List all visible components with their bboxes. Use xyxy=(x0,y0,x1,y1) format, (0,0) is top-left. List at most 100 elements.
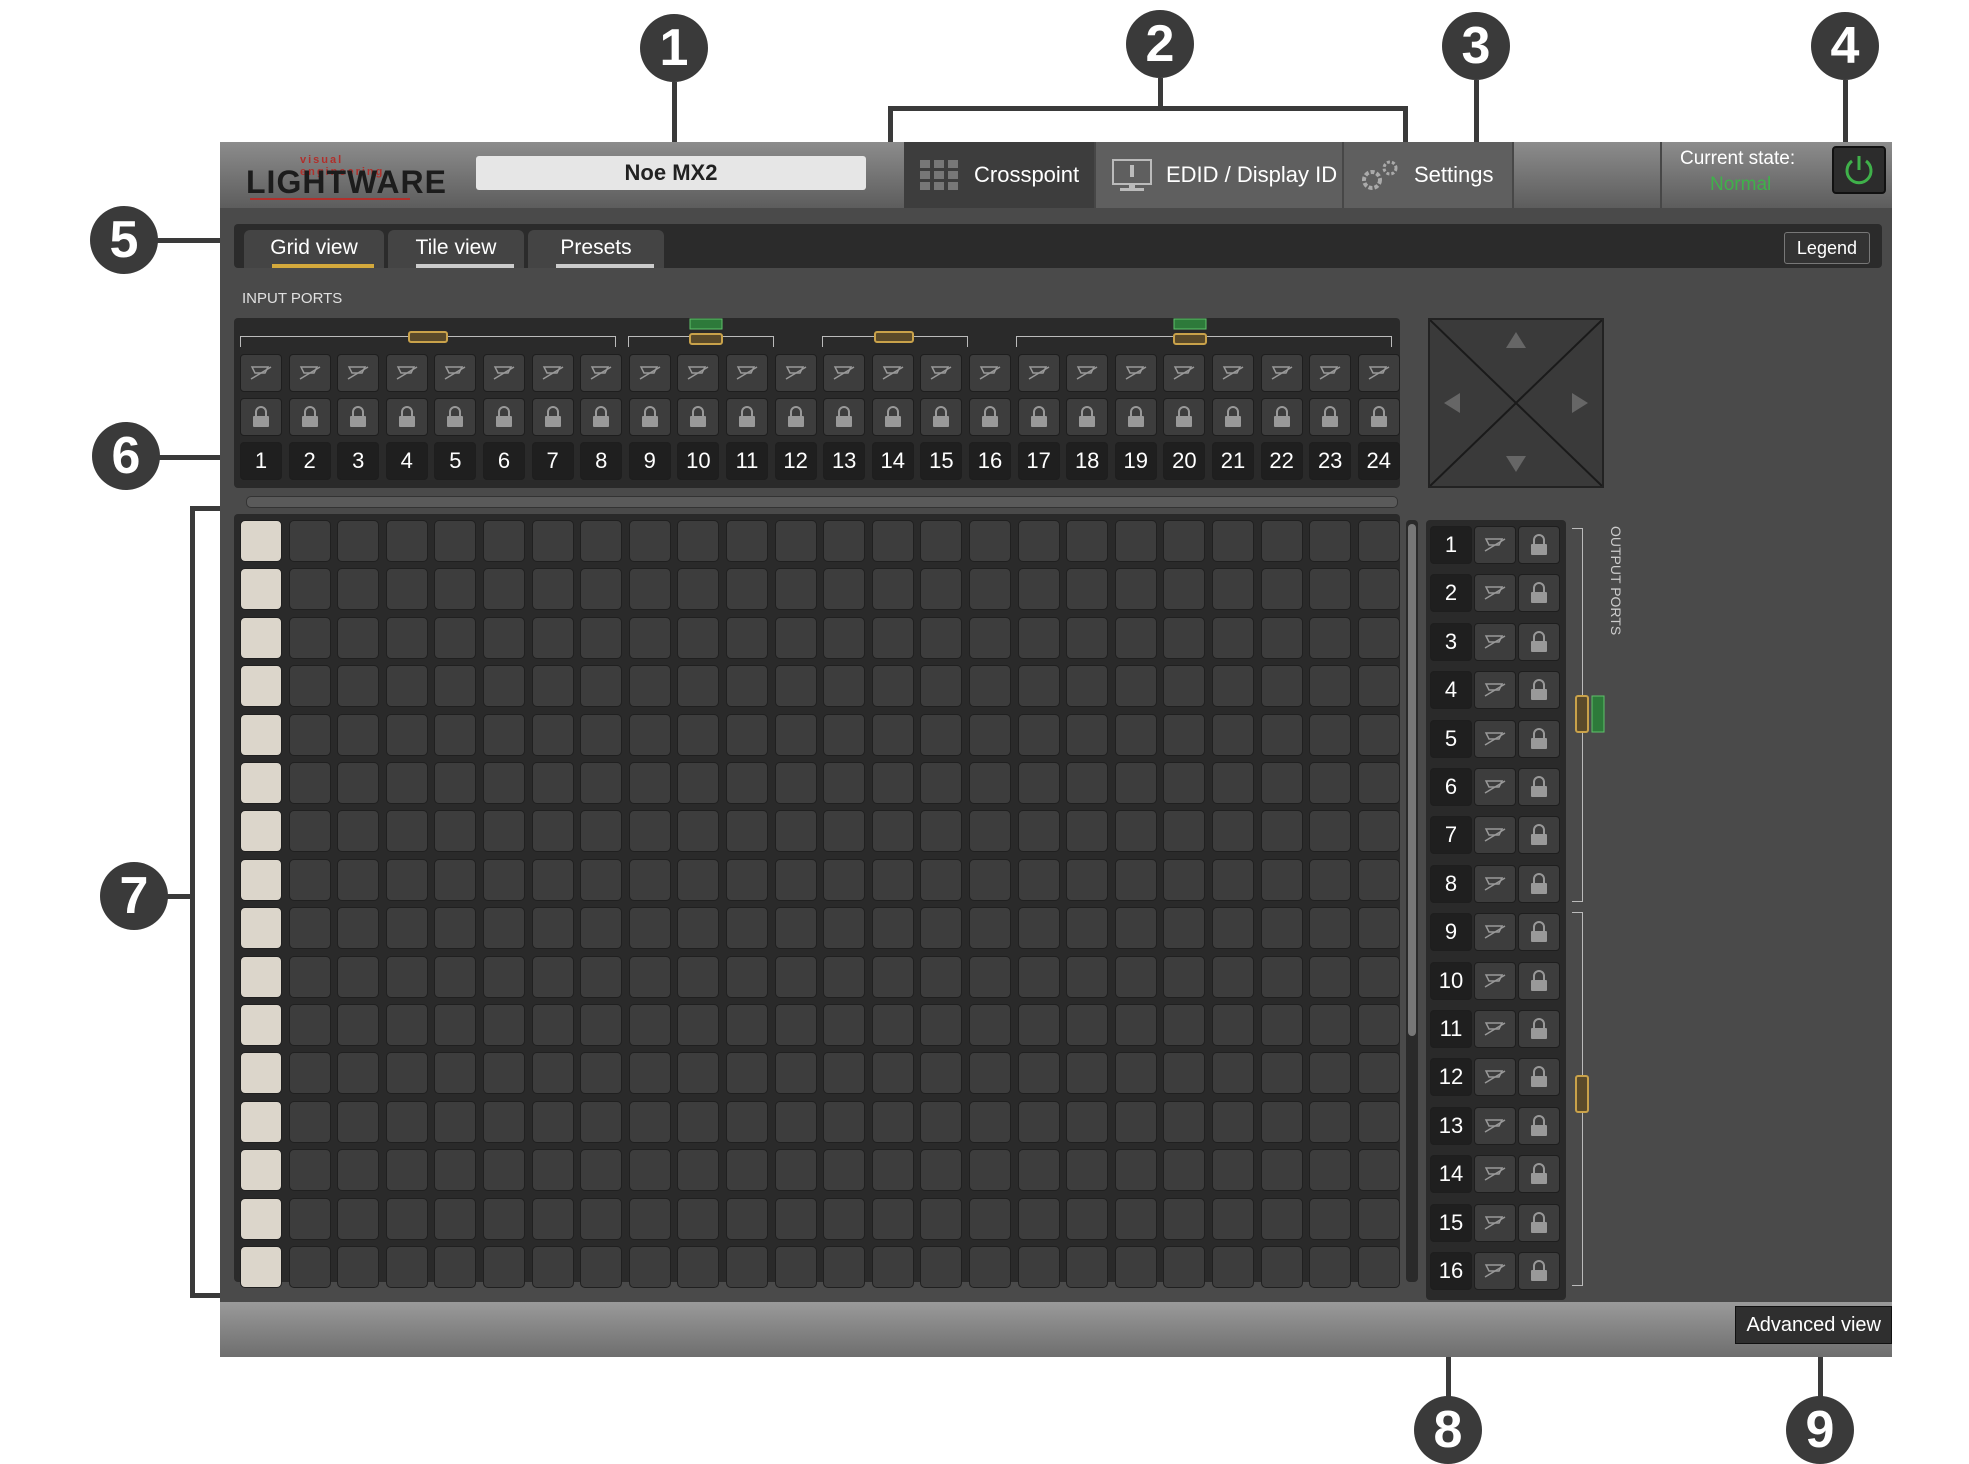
crosspoint-cell[interactable] xyxy=(920,810,963,853)
crosspoint-cell[interactable] xyxy=(1357,810,1400,853)
input-lock-button[interactable] xyxy=(1114,398,1157,436)
input-mute-button[interactable] xyxy=(969,354,1011,392)
crosspoint-cell[interactable] xyxy=(434,568,477,611)
crosspoint-cell[interactable] xyxy=(580,665,623,708)
crosspoint-cell[interactable] xyxy=(969,810,1011,853)
crosspoint-cell[interactable] xyxy=(337,1004,380,1046)
crosspoint-cell-connected[interactable] xyxy=(240,955,282,998)
input-mute-button[interactable] xyxy=(1357,354,1400,392)
crosspoint-cell[interactable] xyxy=(288,616,331,659)
crosspoint-cell[interactable] xyxy=(434,1246,477,1288)
crosspoint-cell[interactable] xyxy=(1309,1149,1352,1192)
crosspoint-cell[interactable] xyxy=(337,520,380,562)
input-lock-button[interactable] xyxy=(628,398,671,436)
crosspoint-cell-connected[interactable] xyxy=(240,762,282,804)
power-button[interactable] xyxy=(1832,146,1886,194)
input-mute-button[interactable] xyxy=(823,354,866,392)
crosspoint-cell[interactable] xyxy=(823,1197,866,1240)
crosspoint-cell[interactable] xyxy=(1114,568,1157,611)
crosspoint-cell[interactable] xyxy=(823,955,866,998)
crosspoint-cell[interactable] xyxy=(677,665,720,708)
output-mute-button[interactable] xyxy=(1474,1203,1516,1242)
crosspoint-cell[interactable] xyxy=(1309,665,1352,708)
crosspoint-cell[interactable] xyxy=(1212,1052,1254,1095)
crosspoint-cell[interactable] xyxy=(920,955,963,998)
crosspoint-cell[interactable] xyxy=(1212,568,1254,611)
crosspoint-cell[interactable] xyxy=(531,520,574,562)
crosspoint-cell[interactable] xyxy=(677,568,720,611)
crosspoint-cell[interactable] xyxy=(1066,616,1109,659)
input-mute-button[interactable] xyxy=(580,354,623,392)
nav-tab-settings[interactable]: Settings xyxy=(1344,142,1512,208)
output-port-button[interactable]: 4 xyxy=(1430,671,1472,710)
crosspoint-cell[interactable] xyxy=(1260,858,1303,901)
crosspoint-cell[interactable] xyxy=(1163,1149,1206,1192)
nav-tab-edid[interactable]: EDID / Display ID xyxy=(1096,142,1342,208)
crosspoint-cell[interactable] xyxy=(1309,762,1352,804)
crosspoint-cell[interactable] xyxy=(969,762,1011,804)
crosspoint-cell[interactable] xyxy=(969,520,1011,562)
input-lock-button[interactable] xyxy=(434,398,477,436)
crosspoint-cell[interactable] xyxy=(920,1004,963,1046)
output-port-button[interactable]: 10 xyxy=(1430,961,1472,1000)
crosspoint-cell[interactable] xyxy=(1212,907,1254,950)
crosspoint-cell[interactable] xyxy=(1260,1246,1303,1288)
crosspoint-cell[interactable] xyxy=(1212,810,1254,853)
input-port-button[interactable]: 12 xyxy=(774,442,817,480)
crosspoint-cell[interactable] xyxy=(1212,616,1254,659)
crosspoint-cell[interactable] xyxy=(1017,1197,1060,1240)
crosspoint-cell[interactable] xyxy=(1260,1004,1303,1046)
output-port-button[interactable]: 15 xyxy=(1430,1203,1472,1242)
crosspoint-cell[interactable] xyxy=(774,762,817,804)
crosspoint-cell[interactable] xyxy=(1163,1197,1206,1240)
crosspoint-cell[interactable] xyxy=(531,713,574,756)
crosspoint-cell[interactable] xyxy=(580,1246,623,1288)
crosspoint-cell[interactable] xyxy=(434,1004,477,1046)
crosspoint-cell[interactable] xyxy=(1017,762,1060,804)
crosspoint-cell[interactable] xyxy=(385,1052,428,1095)
crosspoint-cell[interactable] xyxy=(677,762,720,804)
crosspoint-cell[interactable] xyxy=(628,713,671,756)
crosspoint-cell[interactable] xyxy=(628,762,671,804)
crosspoint-cell[interactable] xyxy=(1163,1100,1206,1143)
crosspoint-cell[interactable] xyxy=(385,1149,428,1192)
crosspoint-cell[interactable] xyxy=(726,907,768,950)
crosspoint-cell[interactable] xyxy=(1163,762,1206,804)
input-port-button[interactable]: 22 xyxy=(1260,442,1303,480)
crosspoint-cell[interactable] xyxy=(726,1052,768,1095)
input-mute-button[interactable] xyxy=(1114,354,1157,392)
crosspoint-cell[interactable] xyxy=(1357,616,1400,659)
crosspoint-cell[interactable] xyxy=(871,616,914,659)
crosspoint-cell-connected[interactable] xyxy=(240,1246,282,1288)
crosspoint-cell[interactable] xyxy=(337,762,380,804)
crosspoint-cell[interactable] xyxy=(483,907,525,950)
crosspoint-cell[interactable] xyxy=(1260,616,1303,659)
crosspoint-cell[interactable] xyxy=(1309,1100,1352,1143)
crosspoint-cell[interactable] xyxy=(1017,713,1060,756)
crosspoint-cell[interactable] xyxy=(1066,1100,1109,1143)
crosspoint-cell[interactable] xyxy=(969,665,1011,708)
input-mute-button[interactable] xyxy=(774,354,817,392)
crosspoint-cell[interactable] xyxy=(969,1246,1011,1288)
input-mute-button[interactable] xyxy=(726,354,768,392)
input-mute-button[interactable] xyxy=(1017,354,1060,392)
crosspoint-cell[interactable] xyxy=(1212,1149,1254,1192)
crosspoint-cell[interactable] xyxy=(628,1004,671,1046)
crosspoint-cell[interactable] xyxy=(1114,858,1157,901)
crosspoint-cell[interactable] xyxy=(774,1149,817,1192)
device-name-label[interactable]: Noe MX2 xyxy=(476,156,866,190)
crosspoint-cell[interactable] xyxy=(337,713,380,756)
crosspoint-cell[interactable] xyxy=(385,520,428,562)
output-port-button[interactable]: 11 xyxy=(1430,1010,1472,1048)
crosspoint-cell[interactable] xyxy=(288,520,331,562)
crosspoint-cell[interactable] xyxy=(1309,616,1352,659)
input-lock-button[interactable] xyxy=(774,398,817,436)
crosspoint-cell[interactable] xyxy=(1309,907,1352,950)
crosspoint-cell[interactable] xyxy=(434,1197,477,1240)
crosspoint-cell[interactable] xyxy=(726,616,768,659)
crosspoint-cell[interactable] xyxy=(726,568,768,611)
crosspoint-cell[interactable] xyxy=(871,568,914,611)
crosspoint-cell-connected[interactable] xyxy=(240,858,282,901)
input-port-button[interactable]: 15 xyxy=(920,442,963,480)
crosspoint-cell[interactable] xyxy=(531,1004,574,1046)
